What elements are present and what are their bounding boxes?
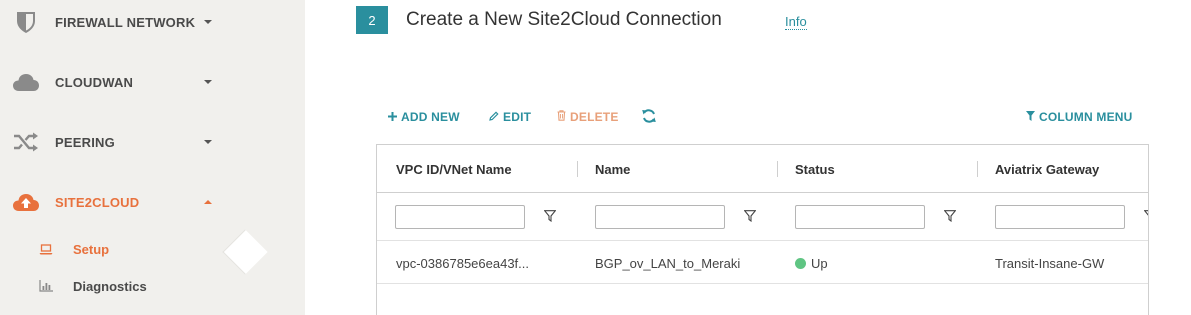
sidebar-item-cloudwan[interactable]: CLOUDWAN [0,62,245,102]
refresh-icon [641,108,657,127]
cloud-upload-icon [12,188,40,216]
column-divider[interactable] [577,161,578,177]
shuffle-icon [12,128,40,156]
delete-button[interactable]: DELETE [557,110,619,124]
chevron-down-icon [204,140,212,144]
sidebar-subitem-setup[interactable]: Setup [0,234,245,264]
connections-table: VPC ID/VNet Name Name Status Aviatrix Ga… [376,144,1149,315]
plus-icon [388,110,397,124]
sidebar-item-firewall-network[interactable]: FIREWALL NETWORK [0,2,245,42]
gateway-filter-input[interactable] [995,205,1125,229]
name-filter-input[interactable] [595,205,725,229]
vpc-filter-input[interactable] [395,205,525,229]
add-new-button[interactable]: ADD NEW [388,110,460,124]
add-new-label: ADD NEW [401,110,460,124]
laptop-icon [38,241,54,257]
sidebar-item-site2cloud[interactable]: SITE2CLOUD [0,182,245,222]
column-header-vpc[interactable]: VPC ID/VNet Name [396,145,512,193]
column-menu-button[interactable]: COLUMN MENU [1026,110,1133,124]
column-menu-label: COLUMN MENU [1039,110,1133,124]
column-header-gateway[interactable]: Aviatrix Gateway [995,145,1099,193]
column-header-status[interactable]: Status [795,145,835,193]
shield-icon [12,8,40,36]
cloud-icon [12,68,40,96]
cell-vpc: vpc-0386785e6ea43f... [396,255,529,271]
column-divider[interactable] [777,161,778,177]
cell-status: Up [795,242,828,284]
sidebar-item-label: FIREWALL NETWORK [55,14,196,30]
status-text: Up [811,255,828,271]
bar-chart-icon [38,278,54,294]
info-link[interactable]: Info [785,14,807,30]
sidebar-item-label: CLOUDWAN [55,74,134,90]
table-header: VPC ID/VNet Name Name Status Aviatrix Ga… [377,145,1148,193]
filter-icon[interactable] [1143,209,1148,223]
filter-icon[interactable] [743,209,757,223]
edit-label: EDIT [503,110,532,124]
edit-button[interactable]: EDIT [489,110,531,124]
filter-icon [1026,110,1035,124]
filter-icon[interactable] [943,209,957,223]
sidebar-subitem-diagnostics[interactable]: Diagnostics [0,271,245,301]
sidebar: FIREWALL NETWORK CLOUDWAN PEERING SITE2C… [0,0,245,315]
trash-icon [557,110,566,124]
sidebar-item-peering[interactable]: PEERING [0,122,245,162]
column-header-name[interactable]: Name [595,145,630,193]
delete-label: DELETE [570,110,619,124]
cell-name: BGP_ov_LAN_to_Meraki [595,255,741,271]
refresh-button[interactable] [641,108,657,127]
cell-gateway: Transit-Insane-GW [995,255,1105,271]
step-number-badge: 2 [356,6,388,34]
chevron-up-icon [204,200,212,204]
filter-row [377,193,1148,241]
filter-icon[interactable] [543,209,557,223]
status-filter-input[interactable] [795,205,925,229]
step-title: Create a New Site2Cloud Connection [406,9,722,30]
column-divider[interactable] [977,161,978,177]
chevron-down-icon [204,80,212,84]
sidebar-subitem-label: Diagnostics [73,278,147,294]
pencil-icon [489,110,499,124]
sidebar-subitem-label: Setup [73,241,110,257]
sidebar-item-label: PEERING [55,134,115,150]
chevron-down-icon [204,20,212,24]
status-up-icon [795,257,806,269]
sidebar-item-label: SITE2CLOUD [55,194,140,210]
table-row[interactable]: vpc-0386785e6ea43f... BGP_ov_LAN_to_Mera… [377,242,1148,284]
